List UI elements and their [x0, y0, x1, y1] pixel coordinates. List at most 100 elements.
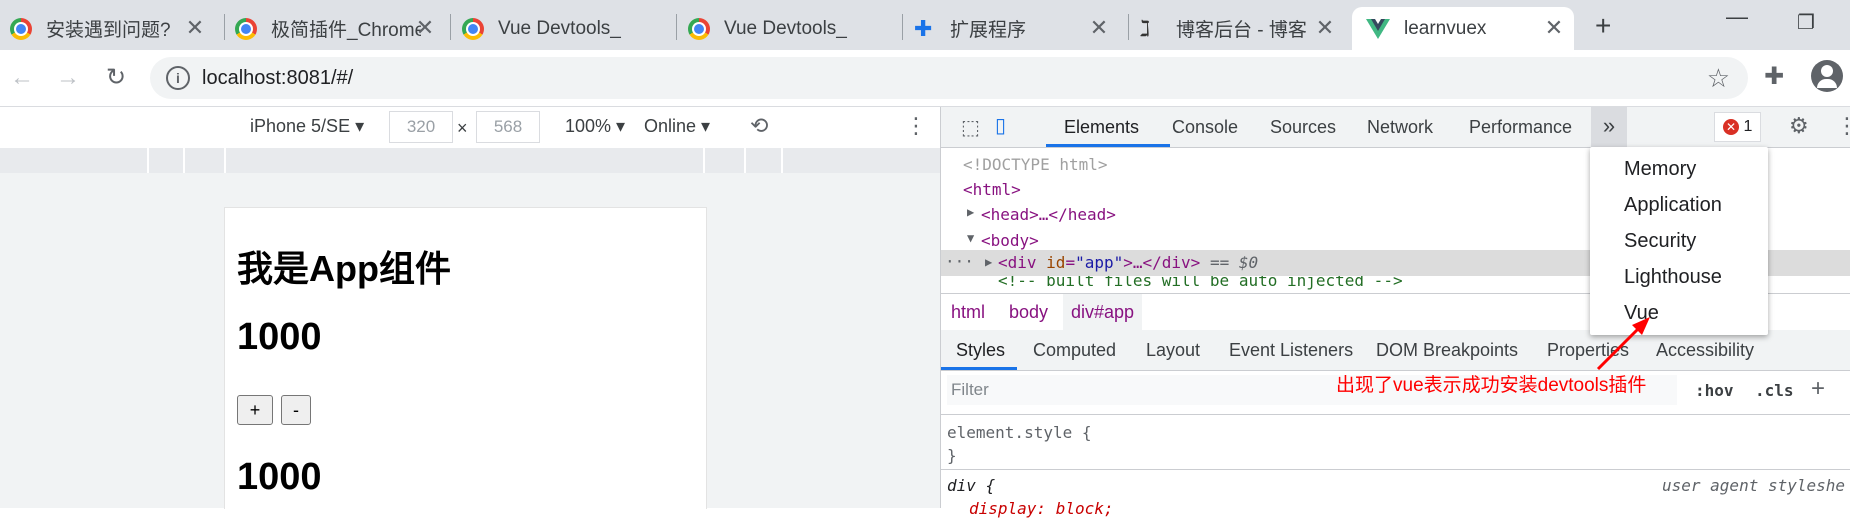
tab-4[interactable]: Vue Devtools_ [688, 7, 898, 50]
network-select[interactable]: Online ▾ [644, 116, 710, 137]
dimension-separator: × [457, 118, 468, 138]
more-tabs-button[interactable]: » [1591, 107, 1627, 147]
subtab-dom-breakpoints[interactable]: DOM Breakpoints [1376, 340, 1518, 361]
tab-1[interactable]: 安装遇到问题? ✕ [10, 7, 215, 50]
chrome-icon [10, 17, 32, 40]
div-rule[interactable]: div { [947, 476, 995, 495]
filter-placeholder: Filter [951, 380, 989, 399]
menu-item-application[interactable]: Application [1624, 194, 1722, 217]
dom-head[interactable]: <head>…</head> [981, 205, 1116, 224]
tab-title: Vue Devtools_ [724, 17, 847, 39]
restore-icon[interactable]: ❐ [1797, 10, 1815, 35]
inspect-element-icon[interactable]: ⬚ [961, 115, 980, 140]
tab-divider [902, 14, 903, 40]
dom-comment[interactable]: <!-- built files will be auto injected -… [998, 276, 1403, 290]
close-icon[interactable]: ✕ [1542, 15, 1566, 41]
settings-icon[interactable]: ⚙ [1789, 113, 1809, 139]
network-value: Online [644, 116, 697, 136]
tab-elements[interactable]: Elements [1064, 117, 1139, 138]
forward-icon[interactable]: → [50, 60, 86, 96]
ua-stylesheet-label: user agent styleshe [1662, 476, 1846, 495]
rule-close: } [947, 446, 957, 465]
tab-divider [224, 14, 225, 40]
new-rule-button[interactable]: + [1811, 375, 1825, 403]
more-options-icon[interactable]: ⋮ [905, 113, 927, 139]
new-tab-icon[interactable]: + [1595, 10, 1611, 42]
breadcrumb-body[interactable]: body [1009, 302, 1048, 323]
dom-body[interactable]: <body> [981, 231, 1039, 250]
tab-6[interactable]: ℷ 博客后台 - 博客 ✕ [1140, 7, 1345, 50]
tab-network[interactable]: Network [1367, 117, 1433, 138]
close-icon[interactable]: ✕ [183, 15, 207, 41]
tab-3[interactable]: Vue Devtools_ [462, 7, 672, 50]
browser-toolbar: ← → ↻ i localhost:8081/#/ ☆ ✚ [0, 50, 1850, 107]
hov-toggle[interactable]: :hov [1695, 381, 1734, 400]
close-icon[interactable]: ✕ [1087, 15, 1111, 41]
overflow-menu: Memory Application Security Lighthouse V… [1590, 147, 1768, 335]
zoom-value: 100% [565, 116, 612, 136]
subtab-layout[interactable]: Layout [1146, 340, 1200, 361]
annotation-text: 出现了vue表示成功安装devtools插件 [1336, 375, 1647, 396]
subtab-styles[interactable]: Styles [956, 340, 1005, 361]
tab-active-learnvuex[interactable]: learnvuex ✕ [1352, 7, 1574, 50]
tab-title: 安装遇到问题? [46, 20, 171, 41]
address-bar[interactable]: i localhost:8081/#/ ☆ [150, 57, 1748, 99]
zoom-select[interactable]: 100% ▾ [565, 116, 625, 137]
info-icon[interactable]: i [166, 66, 190, 90]
device-toggle-icon[interactable]: ▯ [995, 113, 1006, 138]
error-counter[interactable]: ✕ 1 [1714, 112, 1762, 142]
chrome-icon [688, 17, 710, 40]
subtab-accessibility[interactable]: Accessibility [1656, 340, 1754, 361]
element-style-rule[interactable]: element.style { [947, 423, 1092, 442]
error-count: 1 [1743, 118, 1753, 135]
chrome-icon [235, 17, 257, 40]
annotation-arrow-icon [1596, 317, 1650, 371]
collapse-arrow-icon[interactable]: ▼ [967, 231, 974, 245]
minimize-icon[interactable]: — [1726, 4, 1748, 30]
counter-display: 1000 [237, 316, 322, 358]
subtab-computed[interactable]: Computed [1033, 340, 1116, 361]
breadcrumb-div-app[interactable]: div#app [1063, 294, 1143, 330]
height-input[interactable]: 568 [476, 111, 540, 143]
menu-item-security[interactable]: Security [1624, 230, 1696, 253]
menu-item-lighthouse[interactable]: Lighthouse [1624, 266, 1722, 289]
tab-console[interactable]: Console [1172, 117, 1238, 138]
expand-arrow-icon[interactable]: ▶ [985, 255, 992, 269]
tab-divider [1128, 14, 1129, 40]
tab-title: Vue Devtools_ [498, 17, 621, 39]
subtab-event-listeners[interactable]: Event Listeners [1229, 340, 1353, 361]
width-input[interactable]: 320 [389, 111, 453, 143]
reload-icon[interactable]: ↻ [98, 60, 134, 96]
decrement-button[interactable]: - [281, 395, 311, 425]
tab-sources[interactable]: Sources [1270, 117, 1336, 138]
star-icon[interactable]: ☆ [1707, 63, 1730, 94]
devtools-menu-icon[interactable]: ⋮ [1836, 113, 1850, 139]
profile-avatar-icon[interactable] [1811, 60, 1843, 92]
attr-name: id [1046, 253, 1066, 272]
device-select[interactable]: iPhone 5/SE ▾ [250, 116, 364, 137]
tab-performance[interactable]: Performance [1469, 117, 1572, 138]
dom-clip: <!-- built files will be auto injected -… [941, 276, 1591, 290]
tab-2[interactable]: 极简插件_Chrome ✕ [235, 7, 445, 50]
error-icon: ✕ [1723, 119, 1739, 135]
dom-doctype[interactable]: <!DOCTYPE html> [963, 155, 1108, 174]
vue-icon [1366, 18, 1390, 39]
cls-toggle[interactable]: .cls [1755, 381, 1794, 400]
increment-button[interactable]: + [237, 395, 273, 425]
close-icon[interactable]: ✕ [1313, 15, 1337, 41]
tag-close: >…</div> [1123, 253, 1201, 272]
dom-html[interactable]: <html> [963, 180, 1021, 199]
tab-title: learnvuex [1404, 17, 1487, 39]
counter-display-2: 1000 [237, 456, 322, 498]
back-icon[interactable]: ← [4, 60, 40, 96]
extensions-icon[interactable]: ✚ [1764, 62, 1784, 91]
media-query-ruler[interactable] [0, 148, 940, 173]
close-icon[interactable]: ✕ [413, 15, 437, 41]
expand-arrow-icon[interactable]: ▶ [967, 205, 974, 219]
device-name: iPhone 5/SE [250, 116, 351, 136]
rotate-icon[interactable]: ⟲ [750, 113, 768, 139]
styles-subtabs: Styles Computed Layout Event Listeners D… [941, 330, 1850, 371]
tab-5[interactable]: ✚ 扩展程序 ✕ [914, 7, 1119, 50]
menu-item-memory[interactable]: Memory [1624, 158, 1696, 181]
breadcrumb-html[interactable]: html [951, 302, 985, 323]
